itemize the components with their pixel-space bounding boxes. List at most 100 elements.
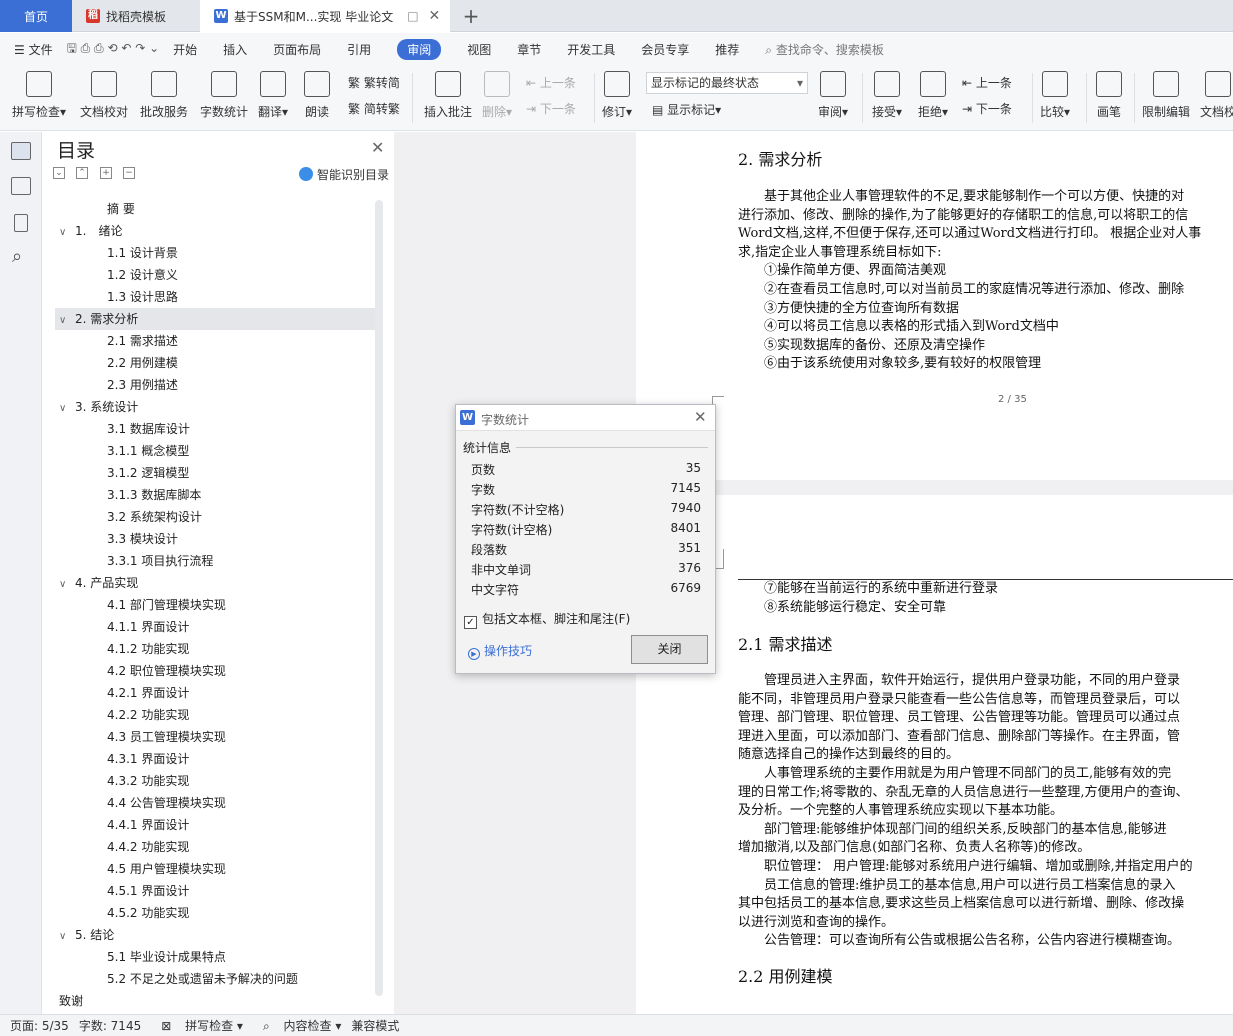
toc-item[interactable]: 4.2 职位管理模块实现 [55, 660, 375, 682]
next-change-button[interactable]: ⇥ 下一条 [962, 100, 1012, 117]
review-pane-button[interactable]: 审阅▾ [818, 71, 848, 120]
restrict-edit-button[interactable]: 限制编辑 [1142, 71, 1190, 120]
toc-item[interactable]: 4.2.2 功能实现 [55, 704, 375, 726]
spell-check-status[interactable]: ⊠ 拼写检查 ▾ [151, 1017, 243, 1034]
menu-reference[interactable]: 引用 [347, 41, 371, 58]
toc-item[interactable]: 4.3.1 界面设计 [55, 748, 375, 770]
smart-toc-button[interactable]: 智能识别目录 [299, 166, 389, 183]
menu-insert[interactable]: 插入 [223, 41, 247, 58]
collapse-all-icon[interactable]: ⌄ [53, 167, 65, 179]
add-heading-icon[interactable]: + [100, 167, 112, 179]
toc-item[interactable]: 致谢 [55, 990, 375, 1012]
toc-item[interactable]: 1.1 设计背景 [55, 242, 375, 264]
translate-button[interactable]: 翻译▾ [258, 71, 288, 120]
tips-link[interactable]: ▶ 操作技巧 [468, 642, 532, 660]
chevron-down-icon[interactable]: ∨ [59, 222, 75, 244]
markup-state-select[interactable]: 显示标记的最终状态 ▾ [646, 72, 808, 94]
content-check-status[interactable]: ⌕ 内容检查 ▾ [253, 1017, 341, 1034]
toc-item[interactable]: ∨ 5. 结论 [55, 924, 375, 946]
toc-item[interactable]: 4.3 员工管理模块实现 [55, 726, 375, 748]
doc-check-button[interactable]: 文档校对 [80, 71, 128, 120]
toc-item[interactable]: 4.5.2 功能实现 [55, 902, 375, 924]
toc-item[interactable]: 2.2 用例建模 [55, 352, 375, 374]
track-changes-button[interactable]: 修订▾ [602, 71, 632, 120]
toc-item[interactable]: 4.1.1 界面设计 [55, 616, 375, 638]
menu-member[interactable]: 会员专享 [641, 41, 689, 58]
chevron-down-icon[interactable]: ∨ [59, 926, 75, 948]
toc-item[interactable]: ∨ 2. 需求分析 [55, 308, 375, 330]
tab-document[interactable]: W 基于SSM和M...实现 毕业论文 □ ✕ [200, 0, 450, 32]
toc-item[interactable]: 4.4 公告管理模块实现 [55, 792, 375, 814]
toc-item[interactable]: 4.1 部门管理模块实现 [55, 594, 375, 616]
toc-item[interactable]: 4.5.1 界面设计 [55, 880, 375, 902]
toc-item[interactable]: 2.1 需求描述 [55, 330, 375, 352]
spell-check-button[interactable]: 拼写检查▾ [12, 71, 66, 120]
toc-item[interactable]: 5.1 毕业设计成果特点 [55, 946, 375, 968]
close-icon[interactable]: ✕ [694, 408, 707, 426]
read-aloud-button[interactable]: 朗读 [304, 71, 330, 120]
toc-item[interactable]: 3.1.1 概念模型 [55, 440, 375, 462]
expand-all-icon[interactable]: ⌃ [76, 167, 88, 179]
show-markup-button[interactable]: ▤ 显示标记▾ [652, 101, 721, 118]
pen-button[interactable]: 画笔 [1096, 71, 1122, 120]
reject-button[interactable]: 拒绝▾ [918, 71, 948, 120]
tab-window-icon[interactable]: □ [407, 9, 418, 23]
toc-scrollbar[interactable] [375, 200, 383, 996]
menu-view[interactable]: 视图 [467, 41, 491, 58]
chevron-down-icon[interactable]: ∨ [59, 574, 75, 596]
close-button[interactable]: 关闭 [631, 635, 708, 664]
word-count-indicator[interactable]: 字数: 7145 [79, 1017, 141, 1034]
toc-item[interactable]: 1.2 设计意义 [55, 264, 375, 286]
compare-button[interactable]: 比较▾ [1040, 71, 1070, 120]
include-textbox-checkbox[interactable]: ✓ 包括文本框、脚注和尾注(F) [464, 610, 630, 629]
toc-item[interactable]: ∨ 3. 系统设计 [55, 396, 375, 418]
toc-item[interactable]: 3.1 数据库设计 [55, 418, 375, 440]
toc-item[interactable]: 4.4.1 界面设计 [55, 814, 375, 836]
insert-comment-button[interactable]: 插入批注 [424, 71, 472, 120]
new-tab-button[interactable]: + [456, 0, 486, 32]
accept-button[interactable]: 接受▾ [872, 71, 902, 120]
tab-close-icon[interactable]: ✕ [429, 8, 441, 24]
menu-devtools[interactable]: 开发工具 [567, 41, 615, 58]
toc-item[interactable]: 3.1.2 逻辑模型 [55, 462, 375, 484]
batch-service-button[interactable]: 批改服务 [140, 71, 188, 120]
toc-item[interactable]: 摘 要 [55, 198, 375, 220]
file-menu[interactable]: ☰ 文件 [14, 41, 53, 58]
menu-chapter[interactable]: 章节 [517, 41, 541, 58]
toc-item[interactable]: 4.1.2 功能实现 [55, 638, 375, 660]
remove-heading-icon[interactable]: − [123, 167, 135, 179]
toc-item[interactable]: ∨ 4. 产品实现 [55, 572, 375, 594]
toc-item[interactable]: 5.2 不足之处或遗留未予解决的问题 [55, 968, 375, 990]
search-icon[interactable]: ⌕ [12, 246, 22, 267]
tab-template[interactable]: 稻找稻壳模板 [74, 0, 198, 32]
toc-item[interactable]: 2.3 用例描述 [55, 374, 375, 396]
toc-item[interactable]: 3.3.1 项目执行流程 [55, 550, 375, 572]
toc-item[interactable]: 3.3 模块设计 [55, 528, 375, 550]
tab-home[interactable]: 首页 [0, 0, 72, 32]
command-search[interactable]: ⌕ 查找命令、搜索模板 [765, 41, 884, 58]
bookmark-icon[interactable] [14, 214, 28, 232]
dialog-titlebar[interactable]: W 字数统计 ✕ [456, 405, 715, 431]
toc-item[interactable]: 4.4.2 功能实现 [55, 836, 375, 858]
toc-item[interactable]: 1.3 设计思路 [55, 286, 375, 308]
close-icon[interactable]: ✕ [371, 138, 384, 157]
delete-comment-button[interactable]: 删除▾ [482, 71, 512, 120]
toc-item[interactable]: ∨ 1. 绪论 [55, 220, 375, 242]
chevron-down-icon[interactable]: ∨ [59, 310, 75, 332]
menu-review[interactable]: 审阅 [397, 38, 442, 60]
prev-change-button[interactable]: ⇤ 上一条 [962, 74, 1012, 91]
menu-layout[interactable]: 页面布局 [273, 41, 321, 58]
quick-access-icons[interactable]: 🖫 ⎙ ⎙ ⟲ ↶ ↷ ⌄ [67, 39, 160, 60]
toc-panel-icon[interactable] [11, 142, 31, 160]
word-count-button[interactable]: 字数统计 [200, 71, 248, 120]
simp-to-trad-button[interactable]: 繁 简转繁 [348, 100, 400, 117]
trad-to-simp-button[interactable]: 繁 繁转简 [348, 74, 400, 91]
next-comment-button[interactable]: ⇥ 下一条 [526, 100, 576, 117]
menu-recommend[interactable]: 推荐 [715, 41, 739, 58]
toc-item[interactable]: 3.2 系统架构设计 [55, 506, 375, 528]
doc-permission-button[interactable]: 文档校 [1200, 71, 1233, 120]
toc-item[interactable]: 4.3.2 功能实现 [55, 770, 375, 792]
prev-comment-button[interactable]: ⇤ 上一条 [526, 74, 576, 91]
toc-item[interactable]: 3.1.3 数据库脚本 [55, 484, 375, 506]
toc-item[interactable]: 4.5 用户管理模块实现 [55, 858, 375, 880]
